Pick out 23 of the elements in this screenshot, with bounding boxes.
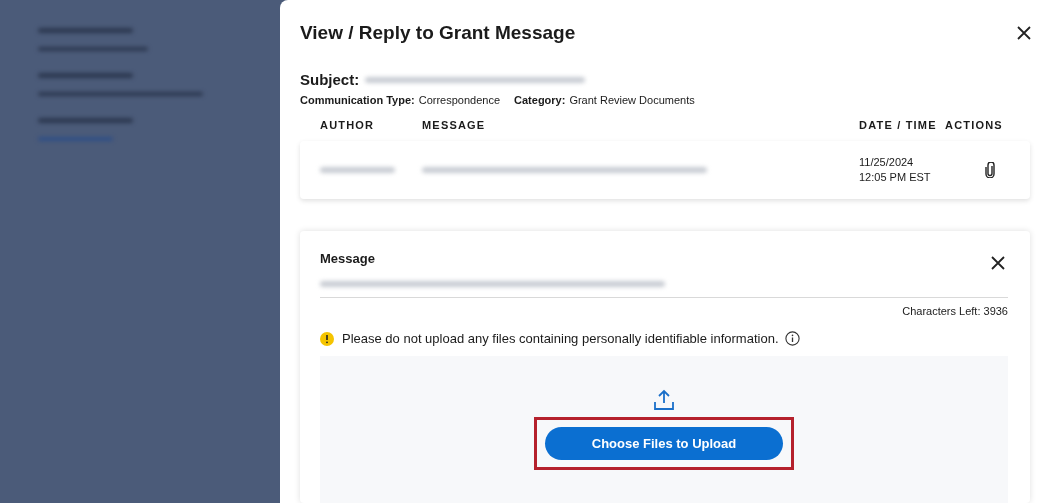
field-value: Correspondence [418,94,501,106]
column-header: AUTHOR [320,119,376,131]
close-icon[interactable] [990,255,1006,271]
field-label: Category: [514,94,566,106]
info-icon[interactable] [784,331,800,346]
column-header: ACTIONS [945,119,1004,131]
message-label: Message [320,250,375,266]
date-text: 11/25/2024 [859,155,915,170]
dialog-title: View / Reply to Grant Message [300,22,576,44]
close-icon[interactable] [1016,25,1032,41]
field-value: Grant Review Documents [569,94,695,106]
paperclip-icon[interactable] [985,162,995,178]
column-header: DATE / TIME [859,119,938,131]
upload-button[interactable]: Choose Files to Upload [545,427,783,460]
warning-text: Please do not upload any files containing personally identifiable information. [342,331,779,346]
upload-icon [654,389,674,410]
field-label: Communication Type: [300,94,415,106]
time-text: 12:05 PM EST [859,170,932,185]
characters-left: Characters Left: 3936 [902,305,1008,317]
upload-drop-area[interactable]: Choose Files to Upload [320,356,1008,503]
subject-label: Subject: [300,71,360,88]
warning-icon [320,331,334,346]
column-header: MESSAGE [422,119,487,131]
